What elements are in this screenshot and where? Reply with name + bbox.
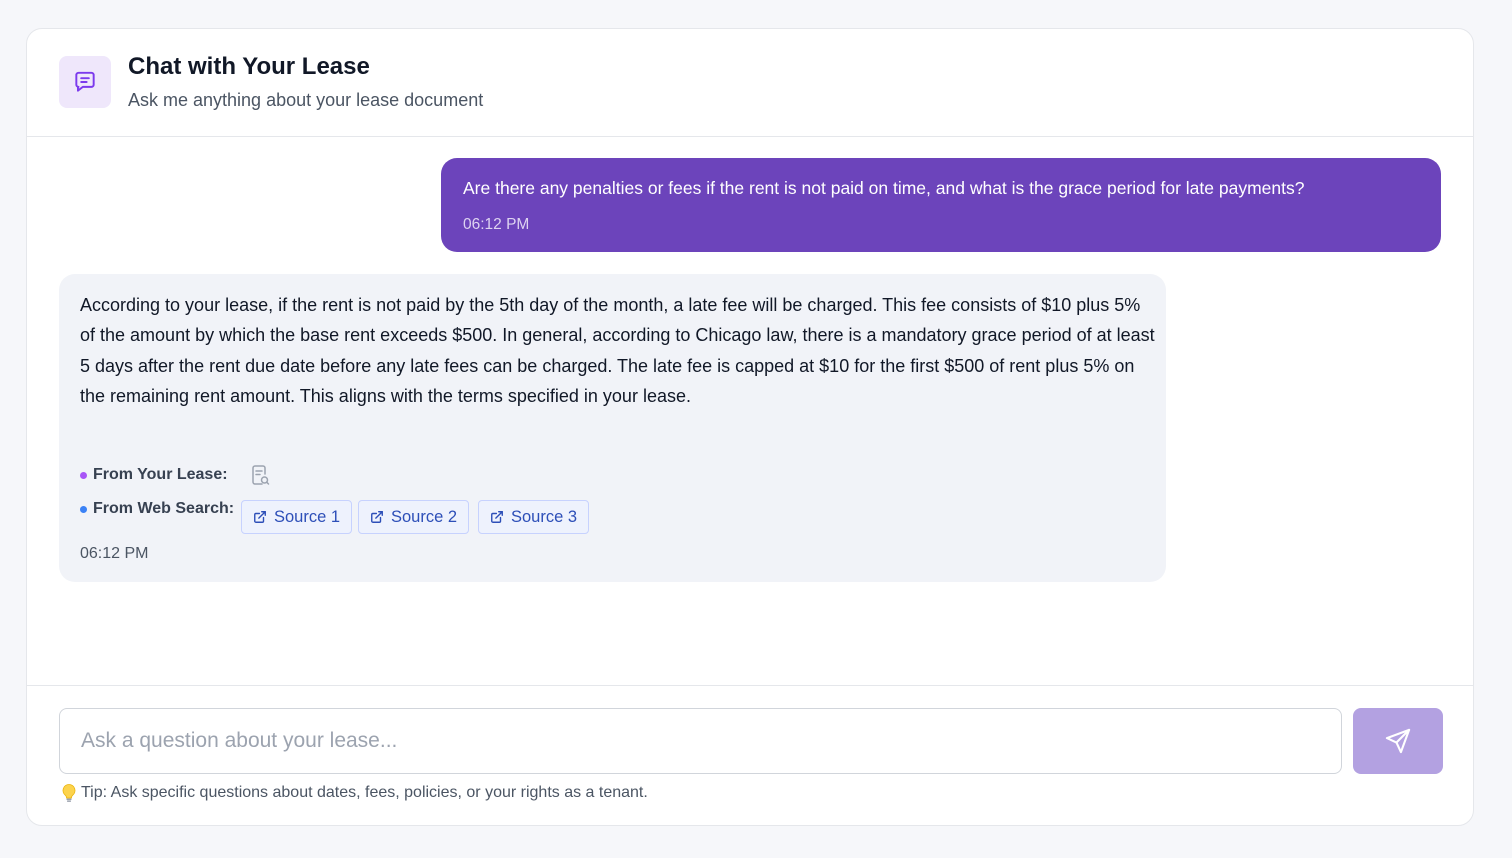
lightbulb-icon xyxy=(61,783,77,803)
assistant-message-text: According to your lease, if the rent is … xyxy=(80,295,1155,407)
source-link-2[interactable]: Source 2 xyxy=(358,500,470,534)
composer: Tip: Ask specific questions about dates,… xyxy=(27,685,1473,825)
chat-header: Chat with Your Lease Ask me anything abo… xyxy=(27,29,1473,137)
source-link-3[interactable]: Source 3 xyxy=(478,500,590,534)
external-link-icon xyxy=(371,511,383,523)
message-list: Are there any penalties or fees if the r… xyxy=(27,137,1473,685)
external-link-icon xyxy=(491,511,503,523)
composer-tip: Tip: Ask specific questions about dates,… xyxy=(61,783,648,803)
question-input[interactable] xyxy=(59,708,1342,774)
web-source-label: From Web Search: xyxy=(93,500,235,517)
source-link-1[interactable]: Source 1 xyxy=(241,500,353,534)
user-message-text: Are there any penalties or fees if the r… xyxy=(463,178,1305,198)
chat-card: Chat with Your Lease Ask me anything abo… xyxy=(26,28,1474,826)
send-icon xyxy=(1385,728,1411,754)
external-link-icon xyxy=(254,511,266,523)
source-link-label: Source 1 xyxy=(274,507,341,526)
source-link-label: Source 3 xyxy=(511,507,578,526)
tip-text: Tip: Ask specific questions about dates,… xyxy=(81,784,648,801)
lease-source-dot xyxy=(80,471,87,479)
lease-source-label: From Your Lease: xyxy=(93,466,228,483)
source-link-label: Source 2 xyxy=(391,507,458,526)
page-subtitle: Ask me anything about your lease documen… xyxy=(128,90,484,110)
web-source-dot xyxy=(80,505,87,513)
web-source-row: From Web Search: xyxy=(80,500,234,518)
assistant-message-time: 06:12 PM xyxy=(80,545,149,562)
send-button[interactable] xyxy=(1353,708,1443,774)
lease-source-row: From Your Lease: xyxy=(80,464,270,486)
user-message: Are there any penalties or fees if the r… xyxy=(441,158,1441,252)
user-message-time: 06:12 PM xyxy=(463,216,530,233)
assistant-message: According to your lease, if the rent is … xyxy=(59,274,1166,582)
chat-message-icon xyxy=(59,56,111,108)
page-title: Chat with Your Lease xyxy=(128,53,370,80)
document-search-icon[interactable] xyxy=(250,464,270,486)
